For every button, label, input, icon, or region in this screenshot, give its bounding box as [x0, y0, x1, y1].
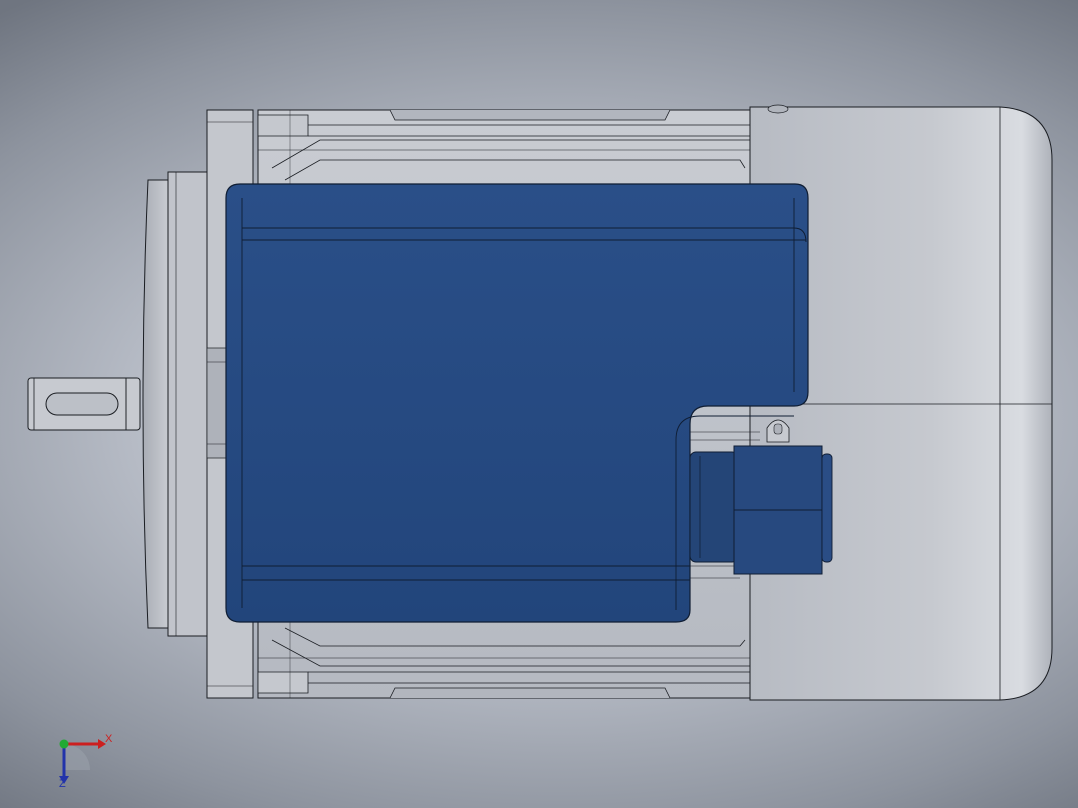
motor-shaft[interactable]: [27, 377, 141, 431]
x-axis-label: X: [105, 733, 113, 745]
cable-gland[interactable]: [689, 445, 833, 575]
shaft-keyway: [45, 392, 119, 416]
motor-model[interactable]: [0, 0, 1078, 808]
coordinate-triad: X Z: [48, 730, 118, 794]
cad-viewport[interactable]: X Z: [0, 0, 1078, 808]
y-axis-dot: [59, 739, 69, 749]
z-axis-label: Z: [59, 778, 66, 790]
